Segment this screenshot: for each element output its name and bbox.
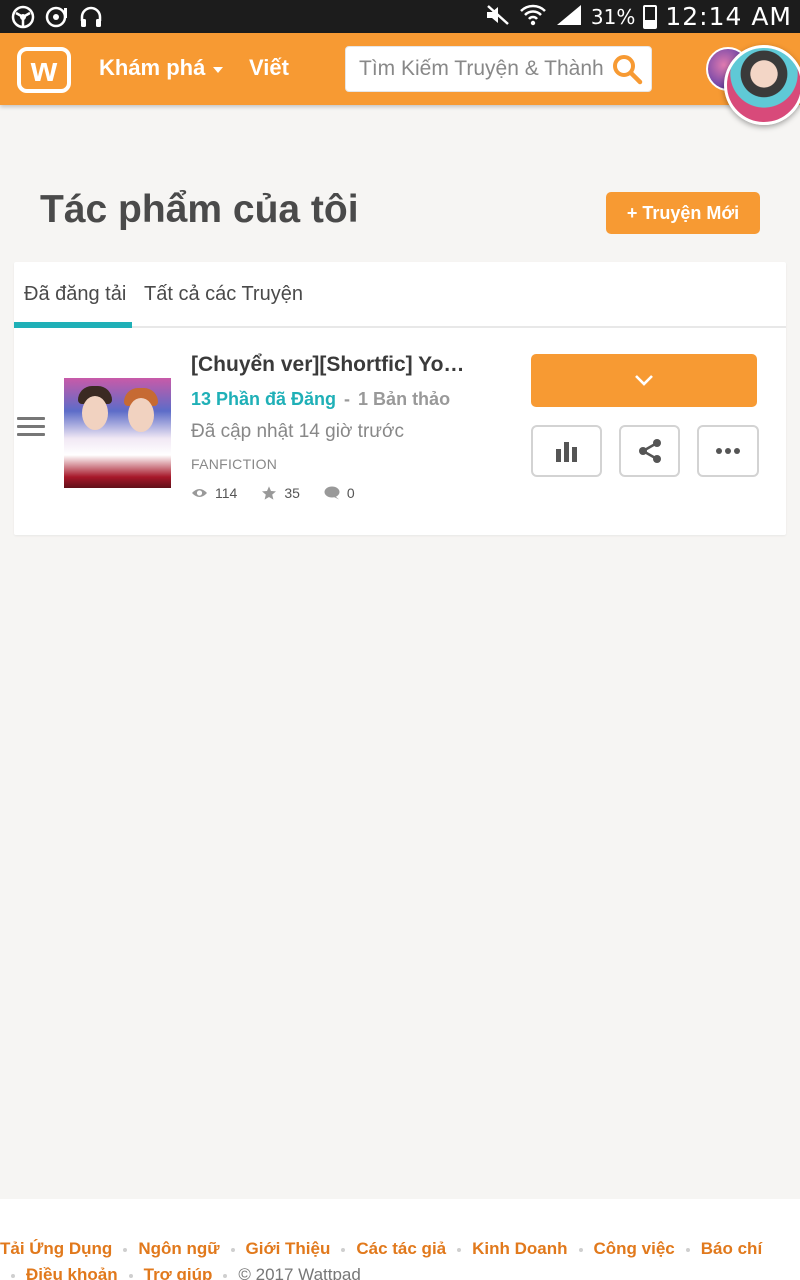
discover-menu[interactable]: Khám phá <box>99 55 224 81</box>
search-input[interactable] <box>346 47 608 91</box>
status-bar: 31% 12:14 AM <box>0 0 800 33</box>
discover-label: Khám phá <box>99 55 206 80</box>
votes-stat: 35 <box>261 485 300 501</box>
stats-button[interactable] <box>531 425 602 477</box>
footer-link-terms[interactable]: Điều khoản <box>26 1265 118 1280</box>
comment-icon <box>324 486 340 500</box>
updated-time: Đã cập nhật 14 giờ trước <box>191 421 404 442</box>
page-title: Tác phẩm của tôi <box>40 188 359 231</box>
star-icon <box>262 486 277 500</box>
footer-link-jobs[interactable]: Công việc <box>594 1239 675 1258</box>
battery-icon <box>643 4 658 29</box>
footer: Tải Ứng Dụng Ngôn ngữ Giới Thiệu Các tác gi… <box>0 1199 800 1280</box>
bar-chart-icon <box>555 442 577 462</box>
story-title[interactable]: [Chuyển ver][Shortfic] Yoonmin | Zero Gr… <box>191 353 476 377</box>
wattpad-logo[interactable]: w <box>17 47 71 93</box>
published-parts-link[interactable]: 13 Phần đã Đăng <box>191 389 336 409</box>
write-link[interactable]: Viết <box>249 55 289 81</box>
battery-percent: 31% <box>590 4 636 29</box>
active-tab-indicator <box>14 322 132 328</box>
status-system-icons: 31% 12:14 AM <box>485 0 792 33</box>
story-stats: 114 35 0 <box>191 485 379 501</box>
tab-published[interactable]: Đã đăng tải <box>24 283 126 306</box>
story-parts: 13 Phần đã Đăng -1 Bản thảo <box>191 389 450 410</box>
drafts-count[interactable]: 1 Bản thảo <box>358 389 450 409</box>
footer-link-business[interactable]: Kinh Doanh <box>472 1239 567 1258</box>
comments-count: 0 <box>346 485 355 501</box>
comments-stat: 0 <box>324 485 355 501</box>
tab-all-stories[interactable]: Tất cả các Truyện <box>144 283 303 306</box>
footer-link-about[interactable]: Giới Thiệu <box>246 1239 331 1258</box>
story-options-dropdown[interactable] <box>531 354 757 407</box>
story-category: FANFICTION <box>191 456 278 472</box>
votes-count: 35 <box>284 485 300 501</box>
more-options-button[interactable] <box>697 425 759 477</box>
stories-card: Đã đăng tải Tất cả các Truyện [Chuyển ve… <box>14 262 786 535</box>
headphones-icon <box>78 4 104 30</box>
chevron-down-icon <box>635 375 653 386</box>
story-cover[interactable] <box>64 378 171 488</box>
footer-link-writers[interactable]: Các tác giả <box>356 1239 446 1258</box>
search-icon[interactable] <box>611 53 643 85</box>
signal-icon <box>555 3 583 31</box>
new-story-button[interactable]: + Truyện Mới <box>606 192 760 234</box>
copyright: © 2017 Wattpad <box>238 1265 361 1280</box>
search-box <box>345 46 652 92</box>
tab-bar: Đã đăng tải Tất cả các Truyện <box>14 262 786 328</box>
mute-icon <box>485 4 511 30</box>
eye-icon <box>192 489 207 497</box>
footer-links-row-2: Điều khoản Trợ giúp © 2017 Wattpad <box>0 1265 800 1280</box>
drag-handle-icon[interactable] <box>17 417 45 437</box>
footer-link-press[interactable]: Báo chí <box>701 1239 762 1258</box>
top-nav-bar: w Khám phá Viết <box>0 33 800 105</box>
views-stat: 114 <box>191 485 237 501</box>
views-count: 114 <box>215 485 238 501</box>
footer-links-row-1: Tải Ứng Dụng Ngôn ngữ Giới Thiệu Các tác gi… <box>0 1233 800 1265</box>
share-icon <box>638 439 661 463</box>
footer-link-help[interactable]: Trợ giúp <box>144 1265 213 1280</box>
parts-separator: - <box>344 389 351 409</box>
clock: 12:14 AM <box>665 2 792 31</box>
chat-head-avatar[interactable] <box>724 45 800 125</box>
steering-wheel-icon <box>10 4 36 30</box>
more-dots-icon <box>716 448 740 454</box>
footer-link-language[interactable]: Ngôn ngữ <box>138 1239 219 1258</box>
wifi-icon <box>519 3 547 31</box>
logo-letter: w <box>30 50 58 89</box>
status-notification-icons <box>10 4 104 30</box>
footer-link-get-app[interactable]: Tải Ứng Dụng <box>0 1239 112 1258</box>
caret-down-icon <box>213 67 224 73</box>
music-note-icon <box>44 4 70 30</box>
share-button[interactable] <box>619 425 680 477</box>
